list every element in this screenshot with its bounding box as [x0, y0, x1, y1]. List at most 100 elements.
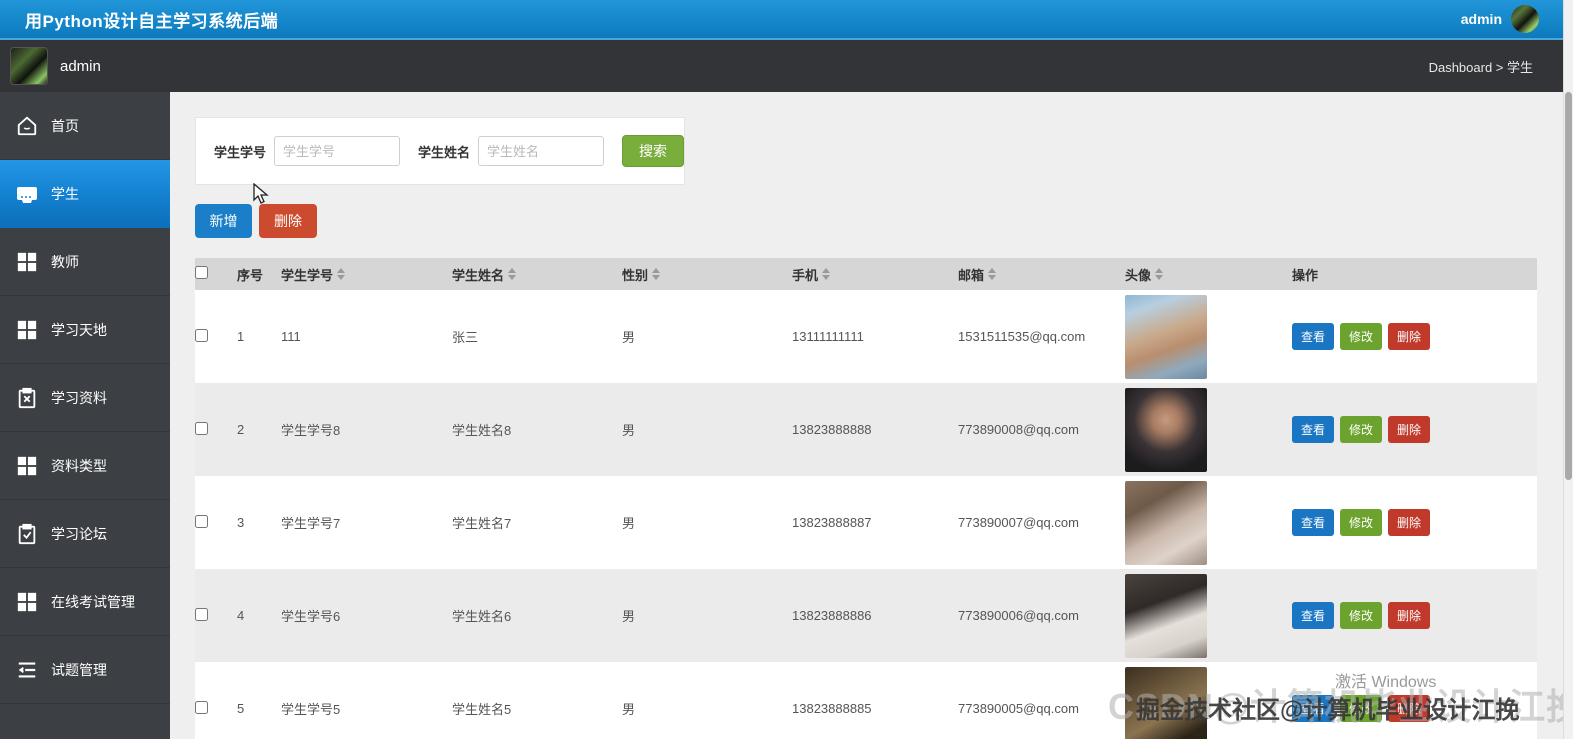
edit-button[interactable]: 修改	[1340, 509, 1383, 536]
sidebar-item-question-management[interactable]: 试题管理	[0, 636, 170, 704]
view-button[interactable]: 查看	[1292, 602, 1335, 629]
watermark-text: 掘金技术社区@计算机毕业设计江挽	[1136, 697, 1520, 724]
student-id-label: 学生学号	[214, 144, 267, 160]
row-checkbox[interactable]	[195, 421, 208, 435]
row-checkbox[interactable]	[195, 514, 208, 528]
sort-icon[interactable]	[822, 268, 831, 280]
cell-gender: 男	[622, 330, 636, 345]
cell-email: 773890006@qq.com	[958, 608, 1079, 623]
cell-gender: 男	[622, 423, 636, 438]
cell-index: 2	[237, 422, 245, 437]
cell-student-no: 学生学号5	[281, 702, 341, 717]
col-student-no: 学生学号	[281, 258, 452, 290]
view-button[interactable]: 查看	[1292, 509, 1335, 536]
sidebar-item-label: 学习天地	[51, 321, 107, 338]
app-window: 用Python设计自主学习系统后端 admin admin Dashboard …	[0, 0, 1573, 739]
student-name-label: 学生姓名	[418, 144, 471, 160]
view-button[interactable]: 查看	[1292, 323, 1335, 350]
col-name: 学生姓名	[452, 258, 622, 290]
sidebar-item-material-types[interactable]: 资料类型	[0, 432, 170, 500]
sort-icon[interactable]	[1155, 268, 1164, 280]
table-header-row: 序号 学生学号 学生姓名 性别 手机 邮箱 头像 操作	[195, 258, 1537, 290]
student-avatar-photo	[1125, 294, 1207, 379]
cell-name: 学生姓名6	[452, 609, 512, 624]
student-id-input[interactable]	[274, 136, 401, 166]
student-avatar-photo	[1125, 480, 1207, 565]
row-delete-button[interactable]: 删除	[1388, 416, 1431, 443]
search-button[interactable]: 搜索	[622, 135, 684, 167]
table-row: 3 学生学号7 学生姓名7 男 13823888887 773890007@qq…	[195, 476, 1537, 569]
sidebar-item-study-zone[interactable]: 学习天地	[0, 296, 170, 364]
topbar: 用Python设计自主学习系统后端 admin	[0, 0, 1573, 40]
edit-button[interactable]: 修改	[1340, 416, 1383, 443]
cell-index: 5	[237, 701, 245, 716]
row-checkbox[interactable]	[195, 607, 208, 621]
col-phone: 手机	[792, 258, 958, 290]
grid-icon	[15, 250, 39, 274]
cell-email: 1531511535@qq.com	[958, 329, 1086, 344]
sidebar-item-label: 资料类型	[51, 457, 107, 474]
sort-icon[interactable]	[988, 268, 997, 280]
cell-gender: 男	[622, 516, 636, 531]
cell-phone: 13823888886	[792, 608, 872, 623]
cell-phone: 13823888885	[792, 701, 872, 716]
home-icon	[15, 114, 39, 138]
clipboard-x-icon	[15, 386, 39, 410]
cell-index: 3	[237, 515, 245, 530]
col-email: 邮箱	[958, 258, 1125, 290]
col-gender: 性别	[622, 258, 792, 290]
topbar-user-area[interactable]: admin	[1461, 5, 1573, 33]
sidebar-item-students[interactable]: 学生	[0, 160, 170, 228]
profile-avatar	[10, 47, 48, 85]
cell-index: 1	[237, 329, 245, 344]
cell-name: 张三	[452, 330, 479, 345]
delete-button[interactable]: 删除	[259, 204, 317, 238]
cell-index: 4	[237, 608, 245, 623]
add-button[interactable]: 新增	[195, 204, 252, 238]
row-delete-button[interactable]: 删除	[1388, 602, 1431, 629]
scrollbar-thumb[interactable]	[1565, 92, 1572, 480]
grid-icon	[15, 454, 39, 478]
sidebar-item-label: 学习论坛	[51, 525, 107, 542]
student-avatar-photo	[1125, 573, 1207, 658]
row-checkbox[interactable]	[195, 700, 208, 714]
row-checkbox[interactable]	[195, 328, 208, 342]
cell-student-no: 学生学号7	[281, 516, 341, 531]
cell-phone: 13823888888	[792, 422, 872, 437]
select-all-checkbox[interactable]	[195, 266, 208, 279]
sidebar-item-study-materials[interactable]: 学习资料	[0, 364, 170, 432]
cell-name: 学生姓名8	[452, 423, 512, 438]
grid-icon	[15, 318, 39, 342]
student-icon	[15, 182, 39, 206]
cell-gender: 男	[622, 702, 636, 717]
sidebar-item-study-forum[interactable]: 学习论坛	[0, 500, 170, 568]
cell-student-no: 学生学号8	[281, 423, 341, 438]
col-index: 序号	[237, 267, 264, 283]
subbar-profile: admin	[0, 47, 101, 85]
sort-icon[interactable]	[652, 268, 661, 280]
row-delete-button[interactable]: 删除	[1388, 323, 1431, 350]
row-delete-button[interactable]: 删除	[1388, 509, 1431, 536]
students-table: 序号 学生学号 学生姓名 性别 手机 邮箱 头像 操作 1 111 张三 男 1…	[195, 258, 1537, 739]
student-name-input[interactable]	[478, 136, 605, 166]
edit-button[interactable]: 修改	[1340, 323, 1383, 350]
sidebar-item-online-exam[interactable]: 在线考试管理	[0, 568, 170, 636]
sidebar-item-home[interactable]: 首页	[0, 92, 170, 160]
view-button[interactable]: 查看	[1292, 416, 1335, 443]
sidebar-item-label: 教师	[51, 253, 79, 270]
sidebar-item-teachers[interactable]: 教师	[0, 228, 170, 296]
sidebar-item-label: 在线考试管理	[51, 593, 135, 610]
edit-button[interactable]: 修改	[1340, 602, 1383, 629]
subbar: admin Dashboard > 学生	[0, 40, 1573, 92]
user-avatar-icon[interactable]	[1511, 5, 1539, 33]
sort-icon[interactable]	[508, 268, 517, 280]
cell-name: 学生姓名7	[452, 516, 512, 531]
sidebar-item-label: 学习资料	[51, 389, 107, 406]
cell-email: 773890005@qq.com	[958, 701, 1079, 716]
cell-email: 773890007@qq.com	[958, 515, 1079, 530]
vertical-scrollbar[interactable]	[1563, 0, 1573, 739]
sort-icon[interactable]	[337, 268, 346, 280]
table-row: 4 学生学号6 学生姓名6 男 13823888886 773890006@qq…	[195, 569, 1537, 662]
clipboard-check-icon	[15, 522, 39, 546]
cell-name: 学生姓名5	[452, 702, 512, 717]
